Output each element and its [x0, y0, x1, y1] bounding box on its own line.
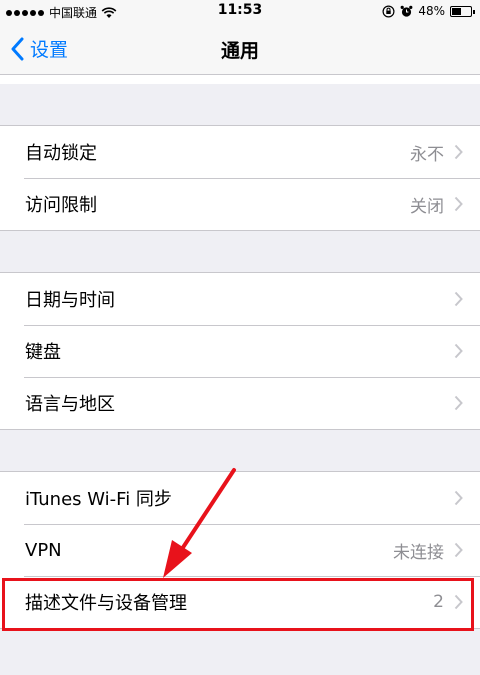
row-restrictions[interactable]: 访问限制 关闭: [0, 178, 480, 230]
row-label: iTunes Wi-Fi 同步: [25, 489, 172, 510]
row-label: VPN: [25, 539, 62, 561]
battery-fill: [452, 7, 461, 15]
chevron-right-icon: [454, 343, 463, 359]
highlight-box: [2, 578, 474, 631]
chevron-right-icon: [454, 291, 463, 307]
row-label: 访问限制: [25, 195, 97, 216]
status-right: 48%: [382, 4, 475, 18]
row-label: 日期与时间: [25, 290, 115, 311]
row-keyboard[interactable]: 键盘: [0, 325, 480, 377]
status-bar: 中国联通 11:53 48%: [0, 0, 480, 24]
row-value: 永不: [410, 144, 444, 165]
row-value: 关闭: [410, 196, 444, 217]
previous-section-edge: [0, 75, 480, 84]
chevron-right-icon: [454, 144, 463, 160]
rotation-lock-icon: [382, 4, 395, 18]
row-language-region[interactable]: 语言与地区: [0, 377, 480, 429]
row-date-time[interactable]: 日期与时间: [0, 273, 480, 325]
row-itunes-wifi-sync[interactable]: iTunes Wi-Fi 同步: [0, 472, 480, 524]
settings-group-locale: 日期与时间 键盘 语言与地区: [0, 272, 480, 430]
alarm-icon: [400, 5, 413, 18]
chevron-right-icon: [454, 196, 463, 212]
row-value: 未连接: [393, 542, 444, 563]
row-label: 键盘: [25, 342, 61, 363]
battery-percent: 48%: [418, 4, 445, 18]
row-label: 语言与地区: [25, 394, 115, 415]
navigation-bar: 设置 通用: [0, 24, 480, 75]
chevron-right-icon: [454, 542, 463, 558]
chevron-right-icon: [454, 395, 463, 411]
row-auto-lock[interactable]: 自动锁定 永不: [0, 126, 480, 178]
page-title: 通用: [220, 40, 259, 62]
row-label: 自动锁定: [25, 143, 97, 164]
battery-nub: [473, 9, 475, 14]
battery-icon: [450, 5, 475, 17]
settings-group-lock: 自动锁定 永不 访问限制 关闭: [0, 125, 480, 231]
chevron-right-icon: [454, 490, 463, 506]
row-vpn[interactable]: VPN 未连接: [0, 524, 480, 576]
